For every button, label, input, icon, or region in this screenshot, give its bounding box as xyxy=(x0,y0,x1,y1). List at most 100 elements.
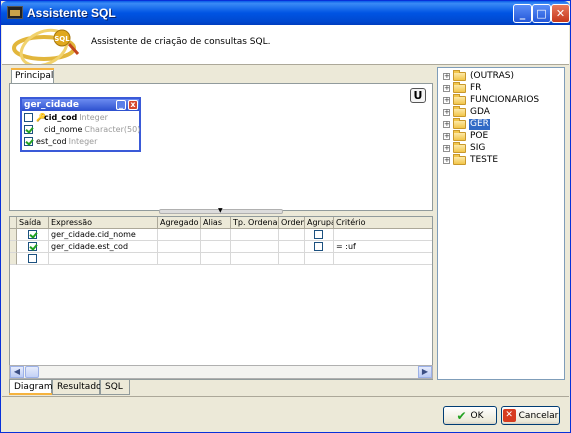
expression-cell[interactable] xyxy=(49,253,158,265)
sort-type-cell[interactable] xyxy=(231,229,279,241)
column-checkbox[interactable] xyxy=(24,112,33,122)
grid-header-ordem[interactable]: Ordem xyxy=(279,217,305,229)
diagram-canvas[interactable]: U ger_cidade _ x 🔑 cid_cod Integer cid_n… xyxy=(9,83,433,211)
tree-item-label: GER xyxy=(469,118,490,130)
tree-item-poe[interactable]: + POE xyxy=(443,129,489,142)
column-checkbox[interactable] xyxy=(24,136,33,146)
grid-header-alias[interactable]: Alias xyxy=(201,217,231,229)
table-minimize-button[interactable]: _ xyxy=(116,100,126,110)
logo-text: SQL xyxy=(54,35,70,43)
sort-type-cell[interactable] xyxy=(231,253,279,265)
grid-header-criterio[interactable]: Critério xyxy=(334,217,432,229)
tree-item-fr[interactable]: + FR xyxy=(443,81,482,94)
tree-item-label: FR xyxy=(470,82,482,93)
column-type: Integer xyxy=(68,136,98,146)
column-type: Character(50) xyxy=(84,124,141,134)
horizontal-scrollbar[interactable]: ◀ ▶ xyxy=(9,365,433,379)
query-grid[interactable]: Saída Expressão Agregado Alias Tp. Orden… xyxy=(9,216,433,380)
table-name: ger_cidade xyxy=(24,100,79,110)
tab-sql[interactable]: SQL xyxy=(100,380,130,395)
tree-item-funcionarios[interactable]: + FUNCIONARIOS xyxy=(443,93,540,106)
scroll-right-icon[interactable]: ▶ xyxy=(418,366,432,378)
grid-header-expressao[interactable]: Expressão xyxy=(49,217,158,229)
output-checkbox[interactable] xyxy=(27,242,37,251)
row-indicator xyxy=(10,253,17,265)
table-row[interactable]: ger_cidade.cid_nome xyxy=(10,229,432,241)
output-checkbox[interactable] xyxy=(27,230,37,239)
expand-icon[interactable]: + xyxy=(443,96,450,104)
table-box-header[interactable]: ger_cidade _ x xyxy=(22,99,139,111)
tree-item-label: GDA xyxy=(470,106,490,117)
tree-item-sig[interactable]: + SIG xyxy=(443,141,486,154)
order-cell[interactable] xyxy=(279,253,305,265)
row-indicator xyxy=(10,241,17,253)
tree-item-outras[interactable]: + (OUTRAS) xyxy=(443,69,515,82)
expand-icon[interactable]: + xyxy=(443,144,450,152)
order-cell[interactable] xyxy=(279,241,305,253)
expression-cell[interactable]: ger_cidade.cid_nome xyxy=(49,229,158,241)
tree-item-label: TESTE xyxy=(470,154,499,165)
tree-item-teste[interactable]: + TESTE xyxy=(443,153,499,166)
alias-cell[interactable] xyxy=(201,253,231,265)
grid-header-tp-ordenacao[interactable]: Tp. Ordenaç xyxy=(231,217,279,229)
expression-cell[interactable]: ger_cidade.est_cod xyxy=(49,241,158,253)
table-close-button[interactable]: x xyxy=(128,100,138,110)
u-button[interactable]: U xyxy=(410,88,426,103)
expand-icon[interactable]: + xyxy=(443,72,450,80)
column-row-est-cod[interactable]: est_cod Integer xyxy=(22,135,139,147)
grid-header-saida[interactable]: Saída xyxy=(17,217,49,229)
tab-principal[interactable]: Principal xyxy=(11,68,54,83)
column-checkbox[interactable] xyxy=(24,124,33,134)
criteria-cell[interactable] xyxy=(334,229,432,241)
table-row[interactable]: ger_cidade.est_cod = :uf xyxy=(10,241,432,253)
expand-icon[interactable]: + xyxy=(443,84,450,92)
table-box-ger-cidade[interactable]: ger_cidade _ x 🔑 cid_cod Integer cid_nom… xyxy=(20,97,141,152)
ok-button[interactable]: ✔ OK xyxy=(443,406,497,425)
tab-resultados[interactable]: Resultados xyxy=(52,380,106,395)
group-cell[interactable] xyxy=(305,253,334,265)
splitter-chevron-icon[interactable]: ▼ xyxy=(218,208,223,214)
tree-item-ger[interactable]: + GER xyxy=(443,117,490,130)
column-name: cid_cod xyxy=(44,112,78,122)
scroll-left-icon[interactable]: ◀ xyxy=(10,366,24,378)
title-bar[interactable]: Assistente SQL _ □ ✕ xyxy=(1,1,570,25)
ok-label: OK xyxy=(470,410,484,421)
schema-tree[interactable]: + (OUTRAS) + FR + FUNCIONARIOS + GDA + G… xyxy=(437,67,565,380)
expand-icon[interactable]: + xyxy=(443,156,450,164)
folder-icon xyxy=(453,93,466,105)
expand-icon[interactable]: + xyxy=(443,120,450,128)
tree-item-label: POE xyxy=(470,130,489,141)
grid-header-row: Saída Expressão Agregado Alias Tp. Orden… xyxy=(10,217,432,229)
group-checkbox[interactable] xyxy=(314,230,323,239)
tree-item-label: SIG xyxy=(470,142,486,153)
tree-item-gda[interactable]: + GDA xyxy=(443,105,491,118)
grid-header-agrupa[interactable]: Agrupa xyxy=(305,217,334,229)
scroll-thumb[interactable] xyxy=(25,366,39,378)
alias-cell[interactable] xyxy=(201,241,231,253)
close-button[interactable]: ✕ xyxy=(551,4,570,23)
aggregate-cell[interactable] xyxy=(158,241,201,253)
cancel-button[interactable]: ✕ Cancelar xyxy=(501,406,560,425)
alias-cell[interactable] xyxy=(201,229,231,241)
expand-icon[interactable]: + xyxy=(443,108,450,116)
sort-type-cell[interactable] xyxy=(231,241,279,253)
table-row[interactable] xyxy=(10,253,432,265)
minimize-button[interactable]: _ xyxy=(513,4,532,23)
aggregate-cell[interactable] xyxy=(158,229,201,241)
maximize-button[interactable]: □ xyxy=(532,4,551,23)
expand-icon[interactable]: + xyxy=(443,132,450,140)
column-row-cid-cod[interactable]: 🔑 cid_cod Integer xyxy=(22,111,139,123)
group-checkbox[interactable] xyxy=(314,242,323,251)
folder-icon xyxy=(453,117,466,129)
order-cell[interactable] xyxy=(279,229,305,241)
output-checkbox[interactable] xyxy=(27,254,37,263)
criteria-cell[interactable] xyxy=(334,253,432,265)
folder-icon xyxy=(453,69,466,81)
column-row-cid-nome[interactable]: cid_nome Character(50) xyxy=(22,123,141,135)
grid-header-agregado[interactable]: Agregado xyxy=(158,217,201,229)
column-name: est_cod xyxy=(36,136,67,146)
aggregate-cell[interactable] xyxy=(158,253,201,265)
tab-diagrama[interactable]: Diagrama xyxy=(9,380,58,395)
tree-item-label: (OUTRAS) xyxy=(470,70,514,81)
criteria-cell[interactable]: = :uf xyxy=(334,241,432,253)
